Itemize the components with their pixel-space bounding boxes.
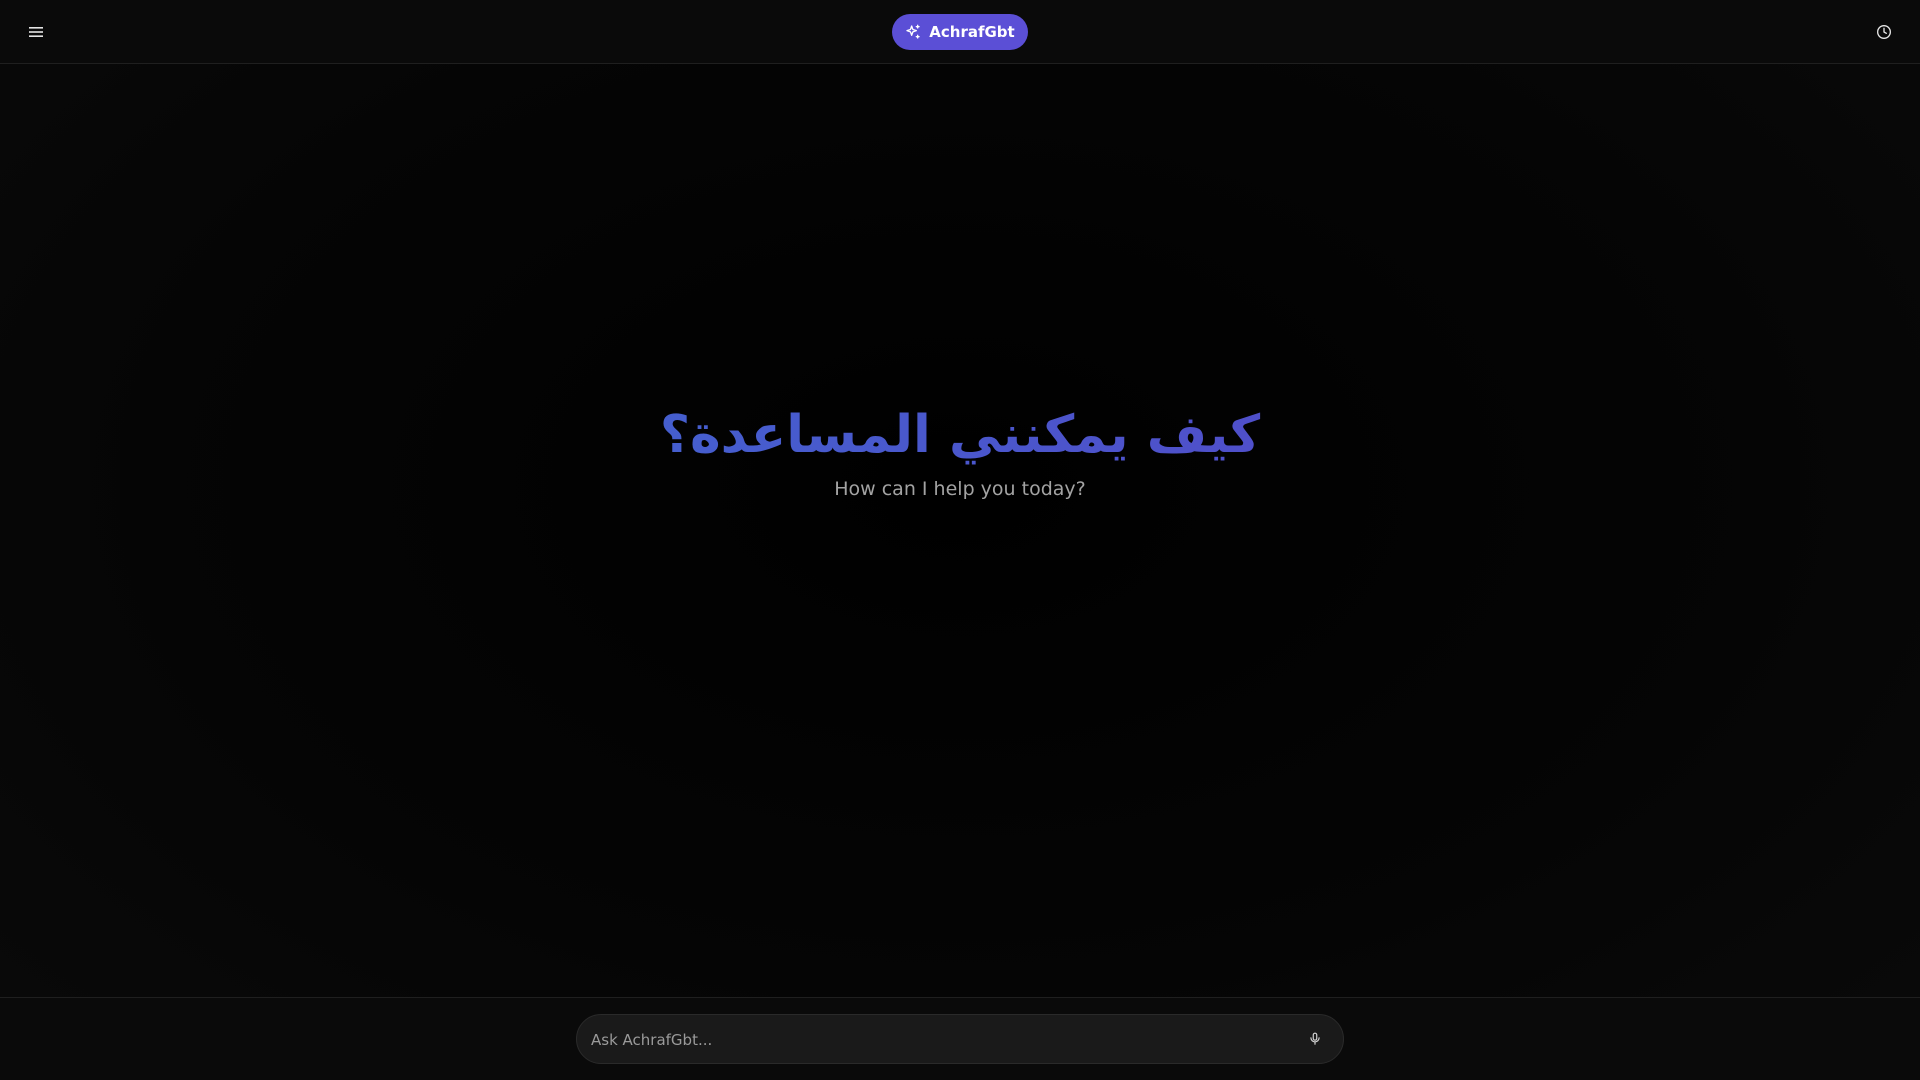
voice-input-button[interactable] — [1297, 1021, 1333, 1057]
sparkles-icon — [906, 24, 920, 39]
brand-label: AchrafGbt — [929, 23, 1015, 41]
chat-input[interactable] — [589, 1015, 1283, 1065]
clock-icon — [1877, 25, 1891, 39]
composer-field-wrapper — [576, 1014, 1344, 1065]
history-button[interactable] — [1866, 14, 1902, 50]
hamburger-menu-icon — [29, 27, 43, 37]
welcome-hero: كيف يمكنني المساعدة؟ How can I help you … — [0, 400, 1920, 500]
welcome-subtitle: How can I help you today? — [834, 478, 1086, 500]
microphone-icon — [1310, 1032, 1320, 1045]
top-bar: AchrafGbt — [0, 0, 1920, 64]
app-root: AchrafGbt كيف يمكنني المساعدة؟ How can I… — [0, 0, 1920, 1080]
menu-button[interactable] — [18, 14, 54, 50]
brand-button[interactable]: AchrafGbt — [892, 14, 1028, 50]
welcome-title: كيف يمكنني المساعدة؟ — [0, 400, 1920, 470]
composer-bar — [0, 997, 1920, 1080]
